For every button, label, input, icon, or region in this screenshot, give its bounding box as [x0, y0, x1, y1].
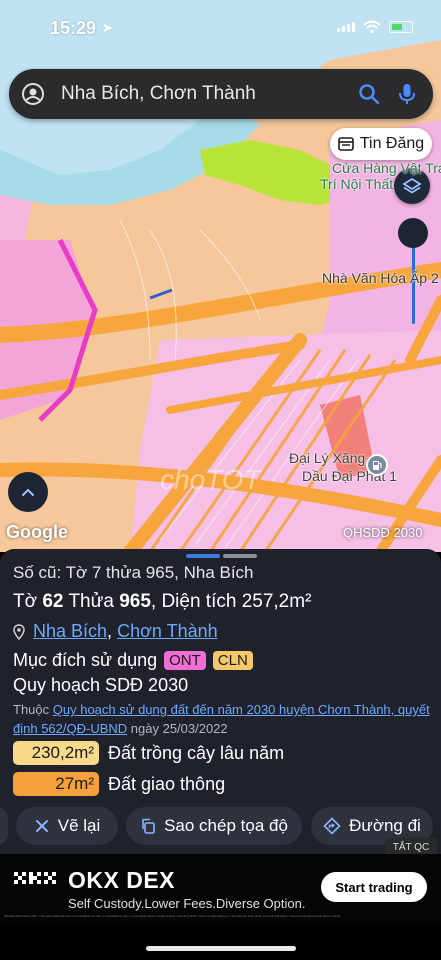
parcel-main-id: Tờ 62 Thửa 965, Diện tích 257,2m² — [13, 591, 311, 613]
ref-date: ngày 25/03/2022 — [130, 721, 228, 736]
opacity-slider-handle[interactable] — [398, 218, 428, 248]
map-label-shop-2[interactable]: Trí Nội Thất — [320, 176, 393, 192]
thua-value: 965 — [119, 591, 151, 612]
area-row-lau-nam: 230,2m² Đất trồng cây lâu năm — [13, 741, 284, 765]
tools-icon — [35, 820, 48, 832]
gas-station-icon[interactable] — [366, 454, 388, 476]
home-indicator-area — [0, 924, 441, 960]
directions-label: Đường đi — [349, 816, 421, 835]
plan-heading: Quy hoạch SDĐ 2030 — [13, 675, 189, 695]
search-bar[interactable]: Nha Bích, Chơn Thành — [9, 69, 433, 119]
map-view[interactable]: 15:29 ➤ Nha Bích, Chơn Thành Tin Đăng Cử… — [0, 0, 441, 552]
okx-logo — [14, 872, 56, 884]
area-label-lau-nam: Đất trồng cây lâu năm — [108, 742, 285, 763]
ad-tagline: Self Custody.Lower Fees.Diverse Option. — [68, 896, 306, 911]
status-time: 15:29 — [50, 18, 97, 38]
listing-icon — [338, 137, 354, 151]
cellular-signal-icon — [337, 22, 355, 32]
action-buttons: Vẽ lại Sao chép tọa độ Đường đi — [0, 807, 441, 847]
home-indicator[interactable] — [146, 946, 296, 951]
search-query[interactable]: Nha Bích, Chơn Thành — [61, 83, 357, 105]
land-use-purpose: Mục đích sử dụng ONT CLN — [13, 650, 253, 671]
status-bar: 15:29 ➤ — [0, 14, 441, 42]
area-text: , Diện tích 257,2m² — [150, 591, 312, 612]
account-icon[interactable] — [21, 82, 45, 106]
search-icon[interactable] — [357, 82, 381, 106]
to-label: Tờ — [13, 591, 38, 612]
watermark: choTOT — [160, 464, 261, 495]
copy-icon — [142, 818, 155, 834]
ad-disclaimer: Sidebar Alfred Entry Man. This advertise… — [4, 914, 342, 918]
ad-brand: OKX DEX — [68, 867, 176, 893]
status-icons — [337, 20, 413, 34]
to-value: 62 — [42, 591, 64, 612]
partial-action-button[interactable] — [0, 807, 8, 845]
expand-up-button[interactable] — [8, 472, 48, 512]
area-label-giao-thong: Đất giao thông — [108, 773, 226, 794]
address-separator: , — [107, 621, 113, 641]
location-arrow-icon: ➤ — [102, 20, 113, 35]
ad-banner[interactable]: OKX DEX Self Custody.Lower Fees.Diverse … — [0, 854, 441, 924]
sheet-page-indicator[interactable] — [186, 554, 257, 558]
map-label-fuel[interactable]: Đại Lý Xăng — [289, 450, 365, 466]
page-dot — [223, 554, 257, 558]
layers-icon — [402, 177, 422, 194]
google-logo: Google — [6, 522, 68, 542]
area-row-giao-thong: 27m² Đất giao thông — [13, 772, 225, 796]
chevron-up-icon — [22, 488, 34, 496]
tin-dang-label: Tin Đăng — [359, 135, 425, 152]
commune-link[interactable]: Nha Bích — [33, 621, 107, 642]
area-chip-giao-thong: 27m² — [13, 772, 99, 796]
district-link[interactable]: Chơn Thành — [117, 621, 218, 642]
redraw-button[interactable]: Vẽ lại — [16, 807, 118, 845]
old-parcel-id: Số cũ: Tờ 7 thửa 965, Nha Bích — [13, 563, 254, 582]
tin-dang-button[interactable]: Tin Đăng — [330, 128, 432, 160]
purpose-badge-cln[interactable]: CLN — [212, 651, 253, 670]
area-chip-lau-nam: 230,2m² — [13, 741, 99, 765]
parcel-info-sheet[interactable]: Số cũ: Tờ 7 thửa 965, Nha Bích Tờ 62 Thử… — [0, 549, 441, 854]
map-label-shop[interactable]: Cửa Hàng Vật Tra — [332, 160, 441, 176]
battery-icon — [389, 21, 413, 33]
copy-coordinates-button[interactable]: Sao chép tọa độ — [126, 807, 302, 845]
redraw-label: Vẽ lại — [57, 816, 101, 835]
microphone-icon[interactable] — [395, 82, 419, 106]
location-pin-icon — [13, 623, 25, 640]
purpose-badge-ont[interactable]: ONT — [164, 651, 206, 670]
copy-coordinates-label: Sao chép tọa độ — [164, 816, 288, 835]
page-dot-active — [186, 554, 220, 558]
ref-prefix: Thuộc — [13, 702, 50, 717]
purpose-label: Mục đích sử dụng — [13, 650, 158, 670]
directions-icon — [323, 817, 341, 835]
start-trading-button[interactable]: Start trading — [321, 872, 427, 902]
thua-label: Thửa — [68, 591, 114, 612]
plan-layer-tag: QHSDĐ 2030 — [343, 525, 423, 540]
plan-reference: Thuộc Quy hoạch sử dụng đất đến năm 2030… — [13, 700, 433, 738]
wifi-icon — [363, 20, 381, 34]
map-label-cultural-house[interactable]: Nhà Văn Hóa Ấp 2 — [322, 270, 439, 286]
parcel-address: Nha Bích, Chơn Thành — [13, 621, 218, 642]
